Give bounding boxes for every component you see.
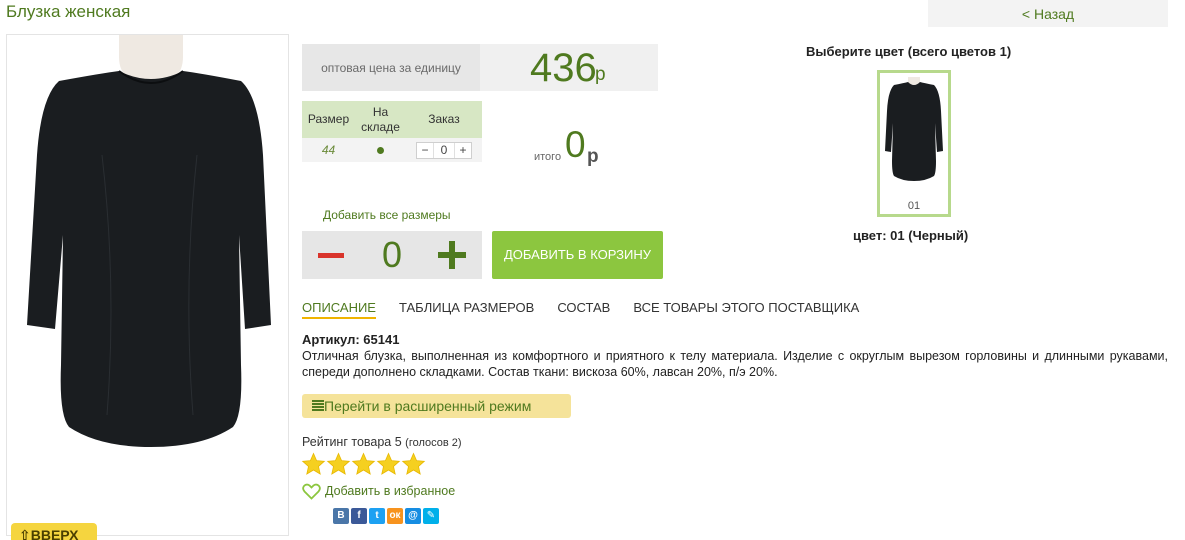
product-description: Отличная блузка, выполненная из комфортн…: [302, 349, 1168, 379]
total-currency: р: [587, 146, 599, 167]
tab-supplier-products[interactable]: ВСЕ ТОВАРЫ ЭТОГО ПОСТАВЩИКА: [633, 300, 859, 319]
all-sizes-stepper: 0: [302, 231, 482, 279]
page-title: Блузка женская: [6, 2, 131, 21]
decrement-button[interactable]: −: [417, 143, 433, 158]
livejournal-icon[interactable]: ✎: [423, 508, 439, 524]
add-all-sizes-label: Добавить все размеры: [323, 208, 451, 222]
total-value: 0: [565, 124, 586, 165]
heart-icon: [302, 483, 321, 500]
swatch-label: 01: [907, 200, 921, 212]
star-icon[interactable]: [376, 452, 401, 476]
rating-text: Рейтинг товара 5: [302, 435, 402, 449]
mailru-icon[interactable]: @: [405, 508, 421, 524]
social-share-bar: Вf t ок @ ✎: [333, 508, 441, 524]
color-picker-heading: Выберите цвет (всего цветов 1): [806, 44, 1012, 59]
price-label: оптовая цена за единицу: [302, 44, 480, 91]
size-table: Размер На складе Заказ 44 − 0 +: [302, 101, 482, 162]
selected-color-caption: цвет: 01 (Черный): [853, 228, 969, 243]
blouse-image: [27, 35, 271, 447]
add-to-cart-button[interactable]: ДОБАВИТЬ В КОРЗИНУ: [492, 231, 663, 279]
extended-mode-label: Перейти в расширенный режим: [324, 398, 532, 414]
scroll-top-button[interactable]: ⇧ВВЕРХ: [11, 523, 97, 540]
facebook-icon[interactable]: f: [351, 508, 367, 524]
increment-button[interactable]: +: [455, 143, 471, 158]
color-swatch-01[interactable]: 01: [877, 70, 951, 217]
table-row: 44 − 0 +: [302, 138, 482, 162]
extended-mode-button[interactable]: Перейти в расширенный режим: [302, 394, 571, 418]
rating-stars[interactable]: [301, 452, 426, 476]
add-to-favorites-link[interactable]: Добавить в избранное: [302, 483, 456, 500]
size-header: Размер: [302, 101, 355, 138]
star-icon[interactable]: [301, 452, 326, 476]
in-stock-indicator: [377, 147, 384, 154]
order-header: Заказ: [406, 101, 482, 138]
tab-description[interactable]: ОПИСАНИЕ: [302, 300, 376, 319]
stock-header: На складе: [355, 101, 406, 138]
order-stepper: − 0 +: [416, 141, 472, 159]
vkontakte-icon[interactable]: В: [333, 508, 349, 524]
product-tabs: ОПИСАНИЕ ТАБЛИЦА РАЗМЕРОВ СОСТАВ ВСЕ ТОВ…: [302, 300, 882, 319]
product-photo[interactable]: [6, 34, 289, 536]
size-value: 44: [321, 143, 336, 157]
odnoklassniki-icon[interactable]: ок: [387, 508, 403, 524]
tab-size-chart[interactable]: ТАБЛИЦА РАЗМЕРОВ: [399, 300, 534, 319]
price-currency: р: [595, 64, 606, 85]
total-label: итого: [534, 151, 562, 163]
plus-icon[interactable]: [438, 241, 466, 269]
back-link[interactable]: < Назад: [928, 0, 1168, 27]
minus-icon[interactable]: [318, 253, 344, 258]
star-icon[interactable]: [351, 452, 376, 476]
star-icon[interactable]: [326, 452, 351, 476]
star-icon[interactable]: [401, 452, 426, 476]
list-icon: [312, 400, 324, 411]
rating-label: Рейтинг товара 5 (голосов 2): [302, 435, 462, 449]
article-number: Артикул: 65141: [302, 332, 400, 347]
order-quantity-input[interactable]: 0: [433, 142, 455, 158]
rating-votes: (голосов 2): [405, 437, 462, 449]
swatch-thumbnail: [885, 77, 943, 181]
price-value: 436: [530, 46, 597, 90]
tab-composition[interactable]: СОСТАВ: [557, 300, 610, 319]
add-to-favorites-label: Добавить в избранное: [325, 484, 456, 498]
twitter-icon[interactable]: t: [369, 508, 385, 524]
